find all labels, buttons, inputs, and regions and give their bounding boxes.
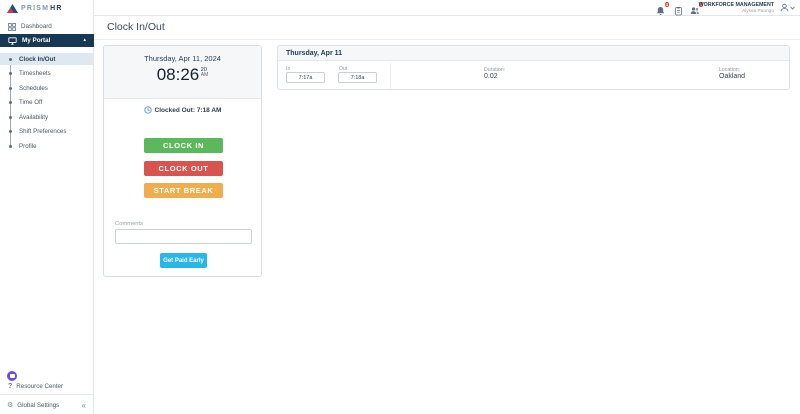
global-settings-label: Global Settings xyxy=(17,402,59,409)
sidebar-item-dashboard[interactable]: Dashboard xyxy=(0,20,94,33)
clock-icon xyxy=(144,106,152,114)
app-window: PRISM HR Dashboard My Portal ▲ Clock In/… xyxy=(0,0,800,414)
bell-icon xyxy=(656,6,665,16)
bullet-dot-icon xyxy=(9,145,12,148)
bullet-dot-icon xyxy=(9,58,12,61)
user-icon xyxy=(780,3,789,12)
time-meridiem: AM xyxy=(201,73,209,79)
brand-logo: PRISM HR xyxy=(7,4,63,13)
sidebar-item-label: Time Off xyxy=(19,99,42,106)
clock-card: Thursday, Apr 11, 2024 08:26 20 AM Clock… xyxy=(103,45,262,277)
tasks-button[interactable] xyxy=(674,3,685,14)
chevron-down-icon xyxy=(790,6,795,10)
sidebar-item-timesheets[interactable]: Timesheets xyxy=(0,68,94,80)
question-icon: ? xyxy=(8,383,12,390)
divider xyxy=(0,394,94,395)
in-time-input[interactable] xyxy=(286,72,325,83)
timesheet-day-panel: Thursday, Apr 11 In Out Duration: 0.02 L… xyxy=(277,45,790,90)
sidebar-item-time-off[interactable]: Time Off xyxy=(0,97,94,109)
collapse-sidebar-icon[interactable]: « xyxy=(82,401,86,410)
sidebar-item-label: My Portal xyxy=(22,37,50,44)
comments-label: Comments xyxy=(115,221,143,227)
divider xyxy=(390,63,391,89)
sidebar-item-availability[interactable]: Availability xyxy=(0,111,94,123)
bullet-dot-icon xyxy=(9,116,12,119)
sidebar-item-profile[interactable]: Profile xyxy=(0,140,94,152)
timesheet-day-header: Thursday, Apr 11 xyxy=(278,46,789,61)
bullet-dot-icon xyxy=(9,72,12,75)
out-time-input[interactable] xyxy=(338,72,377,83)
sidebar-item-label: Profile xyxy=(19,143,37,150)
user-menu-button[interactable] xyxy=(780,3,795,12)
resource-center-label: Resource Center xyxy=(16,383,63,390)
org-block: WORKFORCE MANAGEMENT Alyssa Paongo xyxy=(699,2,774,14)
divider xyxy=(94,39,800,40)
company-name: WORKFORCE MANAGEMENT xyxy=(699,2,774,8)
clock-status-text: Clocked Out: 7:18 AM xyxy=(155,107,222,114)
sidebar-item-shift-preferences[interactable]: Shift Preferences xyxy=(0,126,94,138)
clock-card-header: Thursday, Apr 11, 2024 08:26 20 AM xyxy=(104,46,261,99)
clock-status: Clocked Out: 7:18 AM xyxy=(104,106,261,114)
page-title: Clock In/Out xyxy=(107,21,165,33)
sidebar-item-schedules[interactable]: Schedules xyxy=(0,82,94,94)
grid-icon xyxy=(8,23,16,31)
start-break-button[interactable]: START BREAK xyxy=(144,183,223,198)
time-hours-minutes: 08:26 xyxy=(157,66,200,84)
sidebar-item-label: Availability xyxy=(19,114,48,121)
time-suffix: 20 AM xyxy=(201,67,209,79)
duration-value: 0.02 xyxy=(484,73,498,80)
clipboard-icon xyxy=(674,6,683,16)
gear-icon: ⚙ xyxy=(7,402,13,409)
sidebar-item-label: Timesheets xyxy=(19,70,51,77)
get-paid-early-button[interactable]: Get Paid Early xyxy=(160,253,207,268)
clock-in-button[interactable]: CLOCK IN xyxy=(144,138,223,153)
resource-center-link[interactable]: ? Resource Center xyxy=(0,380,94,392)
notifications-button[interactable]: 4 xyxy=(656,3,667,14)
bullet-dot-icon xyxy=(9,87,12,90)
sidebar-item-label: Dashboard xyxy=(21,23,52,30)
location-value: Oakland xyxy=(719,73,745,80)
chevron-up-icon[interactable]: ▲ xyxy=(83,38,87,43)
current-date: Thursday, Apr 11, 2024 xyxy=(104,54,261,63)
notifications-badge: 4 xyxy=(664,1,671,8)
prismhr-triangle-icon xyxy=(7,4,18,13)
sidebar-item-clock-in-out[interactable]: Clock In/Out xyxy=(0,53,94,65)
comments-input[interactable] xyxy=(115,229,252,244)
user-name: Alyssa Paongo xyxy=(699,9,774,14)
sidebar: PRISM HR Dashboard My Portal ▲ Clock In/… xyxy=(0,0,94,414)
topbar: 4 5 WORKFORCE MANAGEMENT Alyssa Paongo xyxy=(94,0,800,16)
brand-text-prism: PRISM xyxy=(21,5,49,12)
monitor-icon xyxy=(8,37,17,45)
bullet-dot-icon xyxy=(9,130,12,133)
brand-text-hr: HR xyxy=(50,5,63,12)
bullet-dot-icon xyxy=(9,101,12,104)
clock-out-button[interactable]: CLOCK OUT xyxy=(144,161,223,176)
current-time: 08:26 20 AM xyxy=(104,66,261,84)
global-settings-link[interactable]: ⚙ Global Settings « xyxy=(0,399,94,412)
sidebar-item-label: Schedules xyxy=(19,85,48,92)
sidebar-item-my-portal[interactable]: My Portal ▲ xyxy=(0,34,94,47)
sidebar-item-label: Clock In/Out xyxy=(19,56,55,63)
sidebar-item-label: Shift Preferences xyxy=(19,128,66,135)
